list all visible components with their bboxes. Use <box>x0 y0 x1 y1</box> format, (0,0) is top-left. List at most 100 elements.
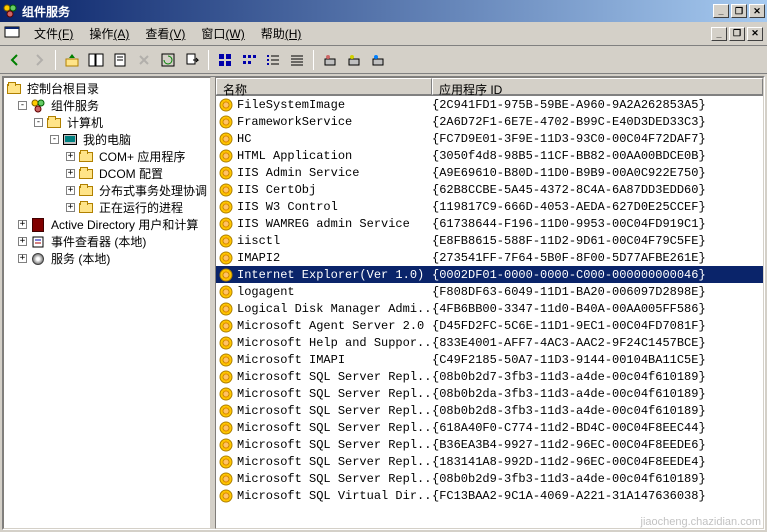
expand-icon[interactable]: + <box>66 169 75 178</box>
collapse-icon[interactable]: - <box>34 118 43 127</box>
list-row[interactable]: Microsoft SQL Virtual Dir...{FC13BAA2-9C… <box>216 487 763 504</box>
menu-help[interactable]: 帮助(H) <box>253 23 310 44</box>
close-button[interactable]: ✕ <box>749 4 765 18</box>
minimize-button[interactable]: _ <box>713 4 729 18</box>
tree-root[interactable]: 控制台根目录 <box>4 80 210 97</box>
cell-name: FileSystemImage <box>237 98 432 112</box>
cell-name: Microsoft Agent Server 2.0 <box>237 319 432 333</box>
list-row[interactable]: Logical Disk Manager Admi...{4FB6BB00-33… <box>216 300 763 317</box>
list-row[interactable]: Microsoft Help and Suppor...{833E4001-AF… <box>216 334 763 351</box>
list-row[interactable]: FileSystemImage{2C941FD1-975B-59BE-A960-… <box>216 96 763 113</box>
list-row[interactable]: IIS WAMREG admin Service{61738644-F196-1… <box>216 215 763 232</box>
mdi-minimize-button[interactable]: _ <box>711 27 727 41</box>
list-row[interactable]: Microsoft SQL Server Repl...{183141A8-99… <box>216 453 763 470</box>
properties-button[interactable] <box>109 49 131 71</box>
menu-view[interactable]: 查看(V) <box>137 23 193 44</box>
list-row[interactable]: HC{FC7D9E01-3F9E-11D3-93C0-00C04F72DAF7} <box>216 130 763 147</box>
mdi-close-button[interactable]: ✕ <box>747 27 763 41</box>
tree-eventvwr[interactable]: + 事件查看器 (本地) <box>4 233 210 250</box>
cell-name: Microsoft SQL Server Repl... <box>237 472 432 486</box>
expand-icon[interactable]: + <box>66 186 75 195</box>
status-tool-1[interactable] <box>319 49 341 71</box>
dcom-app-icon <box>218 301 234 317</box>
cell-name: FrameworkService <box>237 115 432 129</box>
list-row[interactable]: Microsoft SQL Server Repl...{B36EA3B4-99… <box>216 436 763 453</box>
tree-services[interactable]: + 服务 (本地) <box>4 250 210 267</box>
refresh-button[interactable] <box>157 49 179 71</box>
tree-component-services[interactable]: - 组件服务 <box>4 97 210 114</box>
folder-icon <box>46 115 62 131</box>
list-row[interactable]: Microsoft SQL Server Repl...{08b0b2d8-3f… <box>216 402 763 419</box>
dcom-app-icon <box>218 369 234 385</box>
collapse-icon[interactable]: - <box>18 101 27 110</box>
collapse-icon[interactable]: - <box>50 135 59 144</box>
cell-name: Microsoft SQL Server Repl... <box>237 421 432 435</box>
tree-pane[interactable]: 控制台根目录 - 组件服务 - 计算机 - 我的电脑 + COM+ 应用程序 +… <box>3 77 211 529</box>
dcom-app-icon <box>218 250 234 266</box>
dcom-app-icon <box>218 403 234 419</box>
list-row[interactable]: Microsoft IMAPI{C49F2185-50A7-11D3-9144-… <box>216 351 763 368</box>
tree-computers[interactable]: - 计算机 <box>4 114 210 131</box>
list-row[interactable]: Microsoft Agent Server 2.0{D45FD2FC-5C6E… <box>216 317 763 334</box>
dcom-app-icon <box>218 148 234 164</box>
view-list-button[interactable] <box>262 49 284 71</box>
tree-running[interactable]: + 正在运行的进程 <box>4 199 210 216</box>
forward-button[interactable] <box>28 49 50 71</box>
cell-name: IIS WAMREG admin Service <box>237 217 432 231</box>
cell-appid: {0002DF01-0000-0000-C000-000000000046} <box>432 268 763 282</box>
window-titlebar: 组件服务 _ ❐ ✕ <box>0 0 767 22</box>
column-appid[interactable]: 应用程序 ID <box>432 78 763 95</box>
dcom-app-icon <box>218 267 234 283</box>
view-details-button[interactable] <box>286 49 308 71</box>
list-row[interactable]: IIS CertObj{62B8CCBE-5A45-4372-8C4A-6A87… <box>216 181 763 198</box>
list-body[interactable]: FileSystemImage{2C941FD1-975B-59BE-A960-… <box>216 96 763 528</box>
cell-appid: {61738644-F196-11D0-9953-00C04FD919C1} <box>432 217 763 231</box>
dcom-app-icon <box>218 335 234 351</box>
cell-appid: {3050f4d8-98B5-11CF-BB82-00AA00BDCE0B} <box>432 149 763 163</box>
maximize-button[interactable]: ❐ <box>731 4 747 18</box>
menu-window[interactable]: 窗口(W) <box>193 23 252 44</box>
cell-appid: {08b0b2d8-3fb3-11d3-a4de-00c04f610189} <box>432 404 763 418</box>
cell-appid: {08b0b2d9-3fb3-11d3-a4de-00c04f610189} <box>432 472 763 486</box>
list-row[interactable]: Microsoft SQL Server Repl...{08b0b2d7-3f… <box>216 368 763 385</box>
back-button[interactable] <box>4 49 26 71</box>
list-row[interactable]: FrameworkService{2A6D72F1-6E7E-4702-B99C… <box>216 113 763 130</box>
list-row[interactable]: logagent{F808DF63-6049-11D1-BA20-006097D… <box>216 283 763 300</box>
cell-appid: {618A40F0-C774-11d2-BD4C-00C04F8EEC44} <box>432 421 763 435</box>
expand-icon[interactable]: + <box>18 254 27 263</box>
mdi-restore-button[interactable]: ❐ <box>729 27 745 41</box>
export-button[interactable] <box>181 49 203 71</box>
list-row[interactable]: IIS Admin Service{A9E69610-B80D-11D0-B9B… <box>216 164 763 181</box>
list-row[interactable]: HTML Application{3050f4d8-98B5-11CF-BB82… <box>216 147 763 164</box>
tree-dcom[interactable]: + DCOM 配置 <box>4 165 210 182</box>
tree-dtc[interactable]: + 分布式事务处理协调 <box>4 182 210 199</box>
up-button[interactable] <box>61 49 83 71</box>
status-tool-3[interactable] <box>367 49 389 71</box>
dcom-app-icon <box>218 318 234 334</box>
menu-file[interactable]: 文件(F) <box>26 23 81 44</box>
expand-icon[interactable]: + <box>18 220 27 229</box>
tree-ad[interactable]: + Active Directory 用户和计算 <box>4 216 210 233</box>
list-row[interactable]: Internet Explorer(Ver 1.0){0002DF01-0000… <box>216 266 763 283</box>
cell-appid: {183141A8-992D-11d2-96EC-00C04F8EEDE4} <box>432 455 763 469</box>
view-small-icons-button[interactable] <box>238 49 260 71</box>
expand-icon[interactable]: + <box>18 237 27 246</box>
list-row[interactable]: IIS W3 Control{119817C9-666D-4053-AEDA-6… <box>216 198 763 215</box>
tree-complus[interactable]: + COM+ 应用程序 <box>4 148 210 165</box>
expand-icon[interactable]: + <box>66 203 75 212</box>
tree-mycomputer[interactable]: - 我的电脑 <box>4 131 210 148</box>
expand-icon[interactable]: + <box>66 152 75 161</box>
status-tool-2[interactable] <box>343 49 365 71</box>
show-tree-button[interactable] <box>85 49 107 71</box>
list-row[interactable]: Microsoft SQL Server Repl...{618A40F0-C7… <box>216 419 763 436</box>
list-row[interactable]: Microsoft SQL Server Repl...{08b0b2da-3f… <box>216 385 763 402</box>
toolbar <box>0 46 767 74</box>
list-row[interactable]: IMAPI2{273541FF-7F64-5B0F-8F00-5D77AFBE2… <box>216 249 763 266</box>
dcom-app-icon <box>218 454 234 470</box>
list-row[interactable]: Microsoft SQL Server Repl...{08b0b2d9-3f… <box>216 470 763 487</box>
view-large-icons-button[interactable] <box>214 49 236 71</box>
menu-action[interactable]: 操作(A) <box>81 23 137 44</box>
column-name[interactable]: 名称 <box>216 78 432 95</box>
delete-button[interactable] <box>133 49 155 71</box>
list-row[interactable]: iisctl{E8FB8615-588F-11D2-9D61-00C04F79C… <box>216 232 763 249</box>
